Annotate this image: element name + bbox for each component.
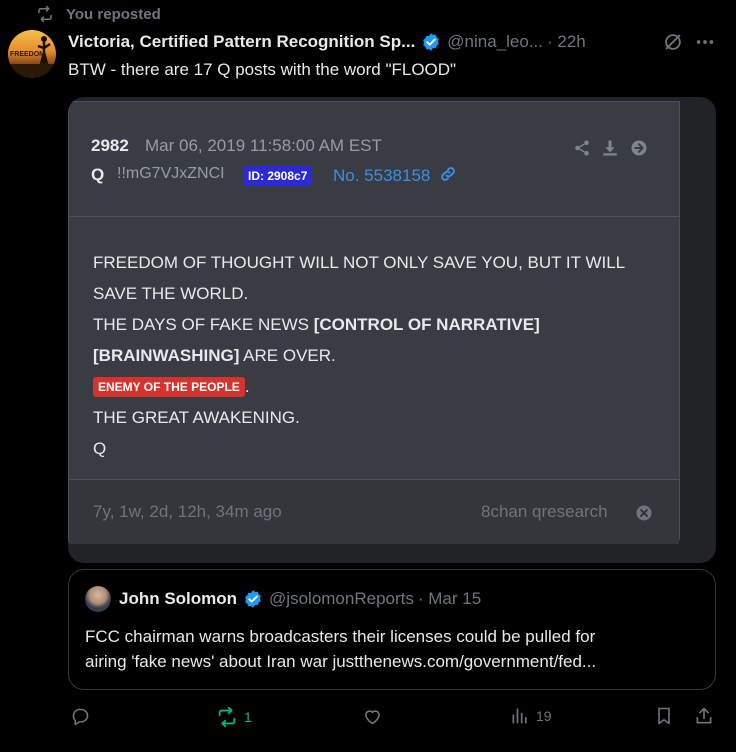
- q-post-number: 2982: [91, 136, 129, 155]
- q-post-card: 2982 Mar 06, 2019 11:58:00 AM EST Q !!mG…: [68, 101, 680, 544]
- q-post-number-link: No. 5538158: [333, 165, 457, 186]
- q-line-4a: [BRAINWASHING]: [93, 346, 240, 365]
- author-name[interactable]: Victoria, Certified Pattern Recognition …: [68, 32, 415, 52]
- quoted-author-name[interactable]: John Solomon: [119, 589, 237, 609]
- q-post-header: 2982 Mar 06, 2019 11:58:00 AM EST Q !!mG…: [69, 102, 679, 217]
- q-post-footer: 7y, 1w, 2d, 12h, 34m ago 8chan qresearch: [69, 479, 679, 544]
- tweet-time[interactable]: · 22h: [547, 32, 586, 52]
- q-post-date: Mar 06, 2019 11:58:00 AM EST: [145, 136, 382, 155]
- share-button[interactable]: [694, 706, 714, 726]
- download-icon: [601, 139, 619, 157]
- share-icon: [694, 706, 714, 726]
- enemy-badge: ENEMY OF THE PEOPLE: [93, 377, 245, 397]
- tweet-text: BTW - there are 17 Q posts with the word…: [68, 60, 457, 79]
- quoted-header: John Solomon @jsolomonReports · Mar 15: [119, 588, 481, 610]
- quoted-handle[interactable]: @jsolomonReports: [269, 589, 414, 609]
- quoted-text-line-2: airing 'fake news' about Iran war justth…: [85, 652, 597, 671]
- quoted-time[interactable]: · Mar 15: [418, 589, 481, 609]
- verified-badge-icon: [243, 589, 263, 609]
- heart-icon: [362, 706, 383, 727]
- q-post-tripcode: !!mG7VJxZNCI: [117, 165, 225, 182]
- repost-button[interactable]: 1: [216, 706, 252, 728]
- views-icon: [510, 706, 530, 726]
- q-line-4b: ARE OVER.: [239, 346, 336, 365]
- bookmark-icon: [654, 706, 674, 726]
- q-line-6: THE GREAT AWAKENING.: [93, 408, 300, 427]
- quoted-tweet[interactable]: John Solomon @jsolomonReports · Mar 15 F…: [68, 569, 716, 690]
- verified-badge-icon: [421, 32, 441, 52]
- repost-icon: [216, 706, 238, 728]
- quoted-avatar[interactable]: [85, 586, 111, 612]
- author-handle[interactable]: @nina_leo...: [447, 32, 543, 52]
- bookmark-button[interactable]: [654, 706, 674, 726]
- reply-icon: [70, 706, 91, 727]
- q-line-4: [BRAINWASHING] ARE OVER.: [93, 340, 625, 371]
- quoted-text-line-1: FCC chairman warns broadcasters their li…: [85, 627, 596, 646]
- link-icon: [439, 165, 457, 183]
- q-post-source: 8chan qresearch: [481, 502, 608, 521]
- q-line-5: ENEMY OF THE PEOPLE.: [93, 371, 625, 402]
- views-button[interactable]: 19: [510, 706, 552, 726]
- q-post-ago: 7y, 1w, 2d, 12h, 34m ago: [93, 502, 282, 521]
- q-line-7: Q: [93, 439, 107, 458]
- q-post-no-text: No. 5538158: [333, 166, 431, 185]
- quoted-text: FCC chairman warns broadcasters their li…: [85, 624, 596, 674]
- q-line-3: THE DAYS OF FAKE NEWS [CONTROL OF NARRAT…: [93, 309, 625, 340]
- reply-button[interactable]: [70, 706, 97, 727]
- more-options-icon[interactable]: [694, 31, 716, 53]
- q-post-id-badge: ID: 2908c7: [243, 166, 313, 186]
- q-line-3b: [CONTROL OF NARRATIVE]: [313, 315, 540, 334]
- views-count: 19: [536, 708, 552, 724]
- repost-icon: [36, 5, 54, 23]
- close-circle-icon: [635, 504, 653, 522]
- repost-count: 1: [244, 709, 252, 725]
- tweet-header: Victoria, Certified Pattern Recognition …: [68, 30, 586, 54]
- media-card[interactable]: 2982 Mar 06, 2019 11:58:00 AM EST Q !!mG…: [68, 97, 716, 563]
- repost-indicator: You reposted: [36, 4, 161, 24]
- grok-icon[interactable]: [662, 31, 684, 53]
- share-icon: [573, 139, 591, 157]
- q-line-5-after: .: [244, 377, 250, 396]
- tweet-actions: 1 19: [68, 706, 716, 730]
- avatar-caption: FREEDOM: [10, 51, 45, 58]
- q-post-author: Q: [91, 165, 105, 184]
- q-line-2: SAVE THE WORLD.: [93, 284, 249, 303]
- q-post-body: FREEDOM OF THOUGHT WILL NOT ONLY SAVE YO…: [93, 247, 625, 464]
- q-line-3a: THE DAYS OF FAKE NEWS: [93, 315, 314, 334]
- arrow-right-circle-icon: [630, 139, 648, 157]
- like-button[interactable]: [362, 706, 389, 727]
- avatar[interactable]: FREEDOM: [8, 30, 56, 78]
- repost-label: You reposted: [66, 5, 161, 23]
- q-line-1: FREEDOM OF THOUGHT WILL NOT ONLY SAVE YO…: [93, 253, 626, 272]
